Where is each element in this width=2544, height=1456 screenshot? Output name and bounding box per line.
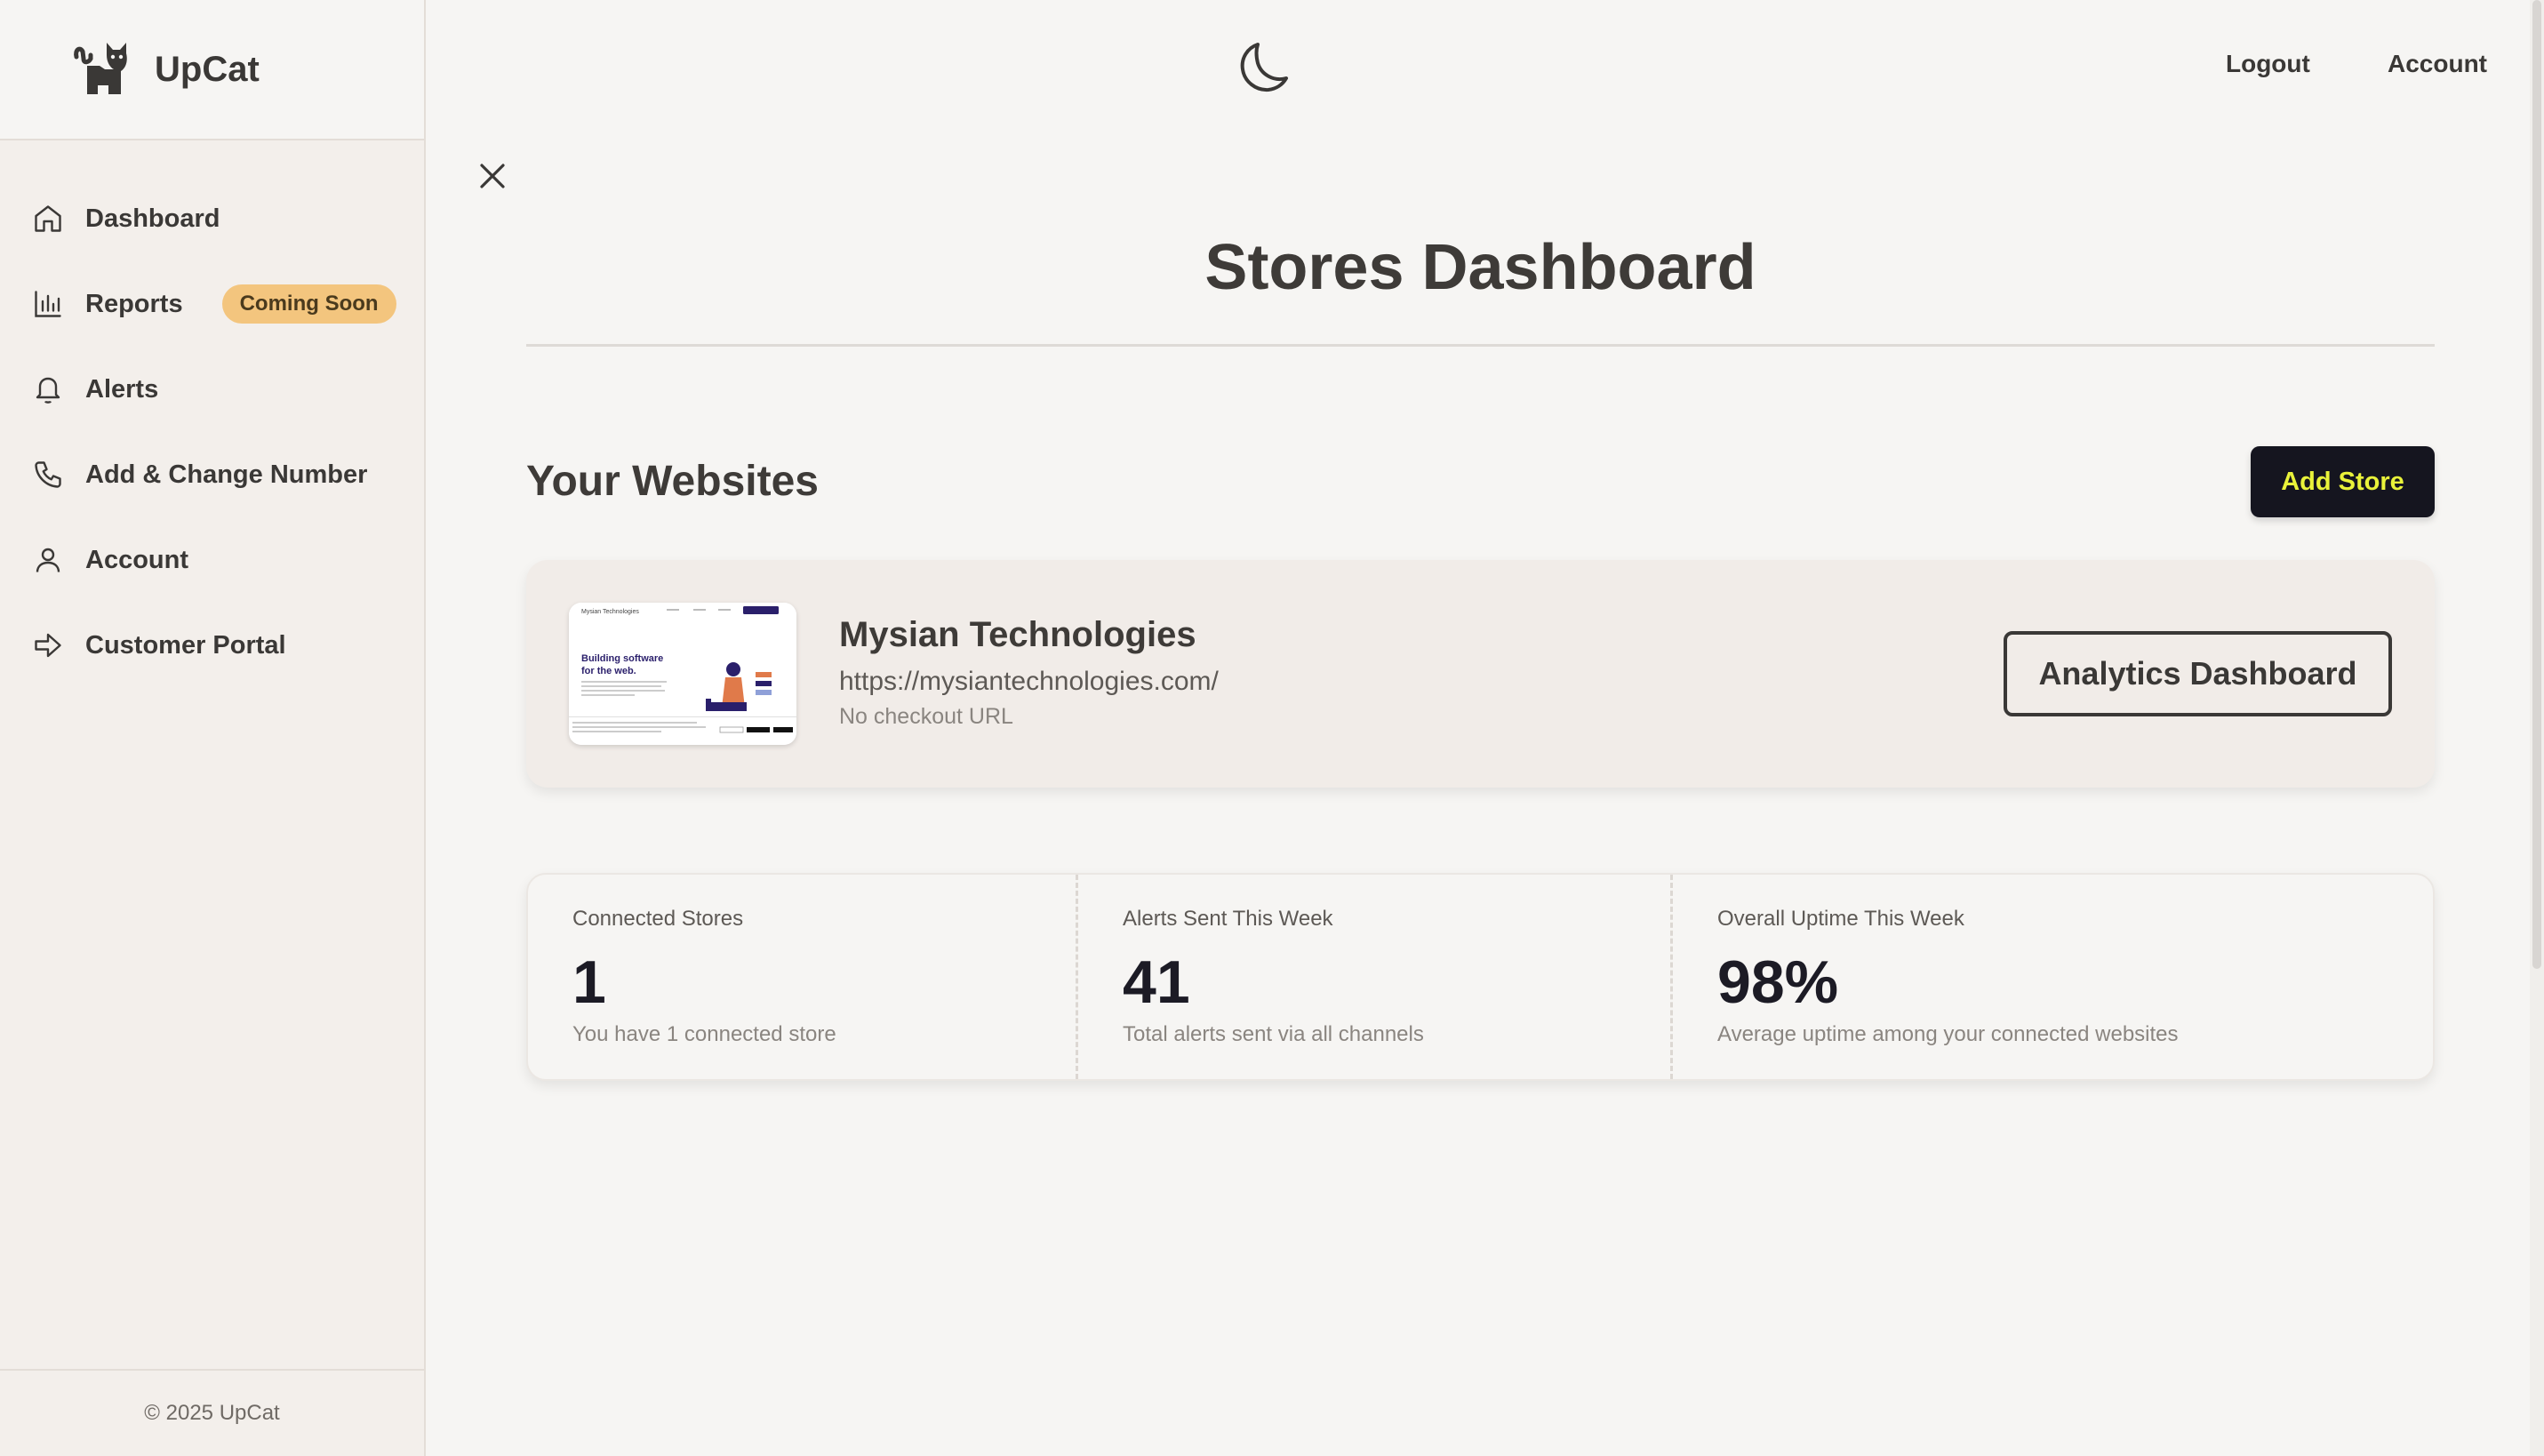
stats-panel: Connected Stores 1 You have 1 connected … (526, 873, 2435, 1081)
sidebar-item-reports[interactable]: Reports Coming Soon (0, 261, 424, 347)
analytics-dashboard-button[interactable]: Analytics Dashboard (2004, 631, 2392, 716)
home-icon (35, 205, 61, 232)
brand[interactable]: UpCat (0, 0, 424, 140)
stat-value: 41 (1123, 948, 1190, 1016)
logout-link[interactable]: Logout (2226, 50, 2310, 78)
stat-description: You have 1 connected store (572, 1022, 836, 1046)
account-link[interactable]: Account (2388, 50, 2487, 78)
stat-label: Overall Uptime This Week (1717, 907, 1964, 931)
sidebar-item-label: Reports (85, 289, 183, 318)
coming-soon-badge: Coming Soon (221, 284, 396, 324)
bar-chart-icon (35, 291, 61, 317)
stat-label: Alerts Sent This Week (1123, 907, 1333, 931)
svg-text:Building software: Building software (581, 653, 663, 664)
website-preview-image: Mysian Technologies Building software fo… (569, 603, 796, 745)
store-url[interactable]: https://mysiantechnologies.com/ (839, 667, 1219, 697)
arrow-right-icon (35, 633, 61, 658)
stat-value: 1 (572, 948, 606, 1016)
sidebar: UpCat Dashboard Reports Coming Soon Aler… (0, 0, 426, 1456)
website-thumbnail[interactable]: Mysian Technologies Building software fo… (569, 603, 796, 745)
moon-icon[interactable] (1235, 39, 1292, 96)
page-title: Stores Dashboard (1204, 232, 1756, 303)
sidebar-item-label: Add & Change Number (85, 460, 368, 489)
store-card: Mysian Technologies Building software fo… (526, 560, 2435, 788)
sidebar-nav: Dashboard Reports Coming Soon Alerts Add… (0, 176, 424, 688)
svg-text:for the web.: for the web. (581, 666, 636, 676)
user-icon (36, 548, 60, 572)
scrollbar-thumb[interactable] (2532, 0, 2541, 969)
store-checkout-status: No checkout URL (839, 704, 1013, 729)
main-content: Logout Account Stores Dashboard Your Web… (426, 0, 2544, 1456)
stat-alerts-sent: Alerts Sent This Week 41 Total alerts se… (1078, 875, 1673, 1079)
bell-icon (36, 377, 60, 404)
phone-icon (35, 461, 61, 488)
sidebar-item-add-change-number[interactable]: Add & Change Number (0, 432, 424, 517)
stat-description: Total alerts sent via all channels (1123, 1022, 1424, 1046)
stat-value: 98% (1717, 948, 1839, 1016)
sidebar-item-dashboard[interactable]: Dashboard (0, 176, 424, 261)
cat-logo-icon (74, 43, 127, 94)
svg-text:Mysian Technologies: Mysian Technologies (581, 609, 639, 615)
sidebar-item-alerts[interactable]: Alerts (0, 347, 424, 432)
sidebar-item-label: Dashboard (85, 204, 220, 233)
stat-overall-uptime: Overall Uptime This Week 98% Average upt… (1673, 875, 2435, 1079)
add-store-button[interactable]: Add Store (2251, 446, 2435, 517)
sidebar-item-account[interactable]: Account (0, 517, 424, 603)
section-title: Your Websites (526, 458, 819, 505)
app-root: UpCat Dashboard Reports Coming Soon Aler… (0, 0, 2544, 1456)
store-name: Mysian Technologies (839, 615, 1196, 654)
stat-description: Average uptime among your connected webs… (1717, 1022, 2179, 1046)
sidebar-item-label: Customer Portal (85, 630, 286, 660)
stat-label: Connected Stores (572, 907, 744, 931)
sidebar-item-label: Account (85, 545, 188, 574)
close-icon[interactable] (476, 160, 508, 192)
sidebar-footer: © 2025 UpCat (0, 1369, 424, 1456)
divider (526, 344, 2435, 347)
sidebar-item-customer-portal[interactable]: Customer Portal (0, 603, 424, 688)
brand-name: UpCat (155, 49, 260, 89)
stat-connected-stores: Connected Stores 1 You have 1 connected … (528, 875, 1078, 1079)
sidebar-item-label: Alerts (85, 374, 159, 404)
